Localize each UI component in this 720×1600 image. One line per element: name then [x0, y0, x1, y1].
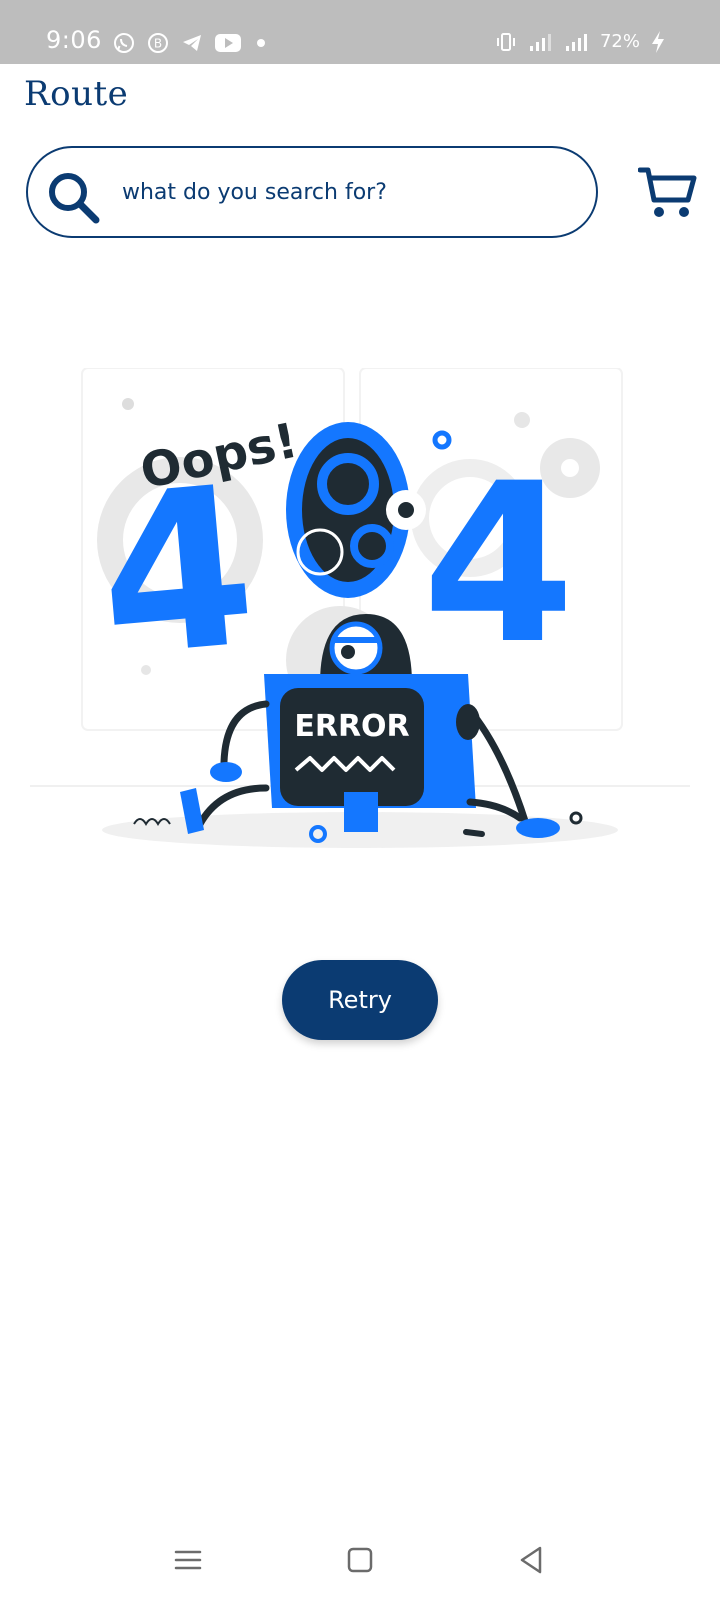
status-time: 9:06 — [46, 26, 102, 54]
retry-button[interactable]: Retry — [282, 960, 438, 1040]
home-icon[interactable] — [340, 1540, 380, 1580]
telegram-icon — [183, 35, 201, 51]
error-404-illustration: Oops! 4 4 ERROR — [30, 368, 690, 848]
search-icon — [49, 173, 100, 224]
dot-icon — [257, 39, 265, 47]
menu-icon[interactable] — [168, 1540, 208, 1580]
charging-icon — [652, 31, 664, 53]
brand-logo: Route — [24, 74, 129, 114]
battery-percentage: 72% — [599, 31, 640, 52]
system-status-icons: 72% — [494, 30, 666, 54]
navigation-bar — [0, 1520, 720, 1600]
cart-icon[interactable] — [638, 164, 698, 224]
error-code-right: 4 — [422, 436, 575, 692]
b-icon: B — [148, 33, 168, 53]
vibrate-icon — [496, 33, 515, 51]
whatsapp-icon — [114, 33, 134, 53]
robot-body: ERROR — [264, 674, 476, 832]
status-bar: 9:06 B 72% — [0, 0, 720, 64]
svg-text:B: B — [154, 37, 162, 51]
search-bar[interactable] — [26, 146, 598, 238]
search-input[interactable] — [122, 172, 572, 212]
signal-icon — [529, 34, 551, 51]
back-icon[interactable] — [512, 1540, 552, 1580]
signal-icon-2 — [565, 34, 587, 51]
error-screen-text: ERROR — [294, 709, 409, 744]
notification-icons: B — [112, 31, 270, 55]
error-code-left: 4 — [89, 438, 264, 706]
youtube-icon — [215, 34, 241, 52]
